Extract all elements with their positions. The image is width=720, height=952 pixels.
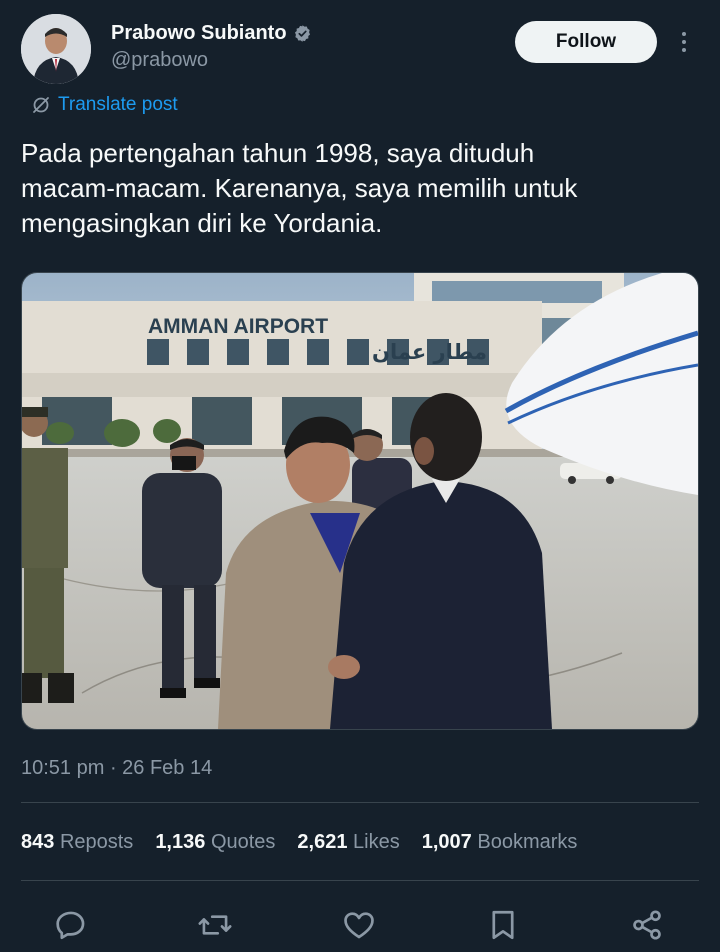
stat-count: 2,621	[297, 831, 348, 853]
post-text-line: macam-macam. Karenanya, saya memilih unt…	[21, 173, 578, 203]
stat-likes[interactable]: 2,621 Likes	[297, 831, 399, 854]
stat-label: Reposts	[59, 831, 134, 853]
share-icon[interactable]	[628, 906, 666, 944]
more-options-icon[interactable]	[672, 26, 696, 58]
stat-label: Bookmarks	[477, 831, 578, 853]
verified-badge-icon	[293, 24, 312, 43]
bookmark-icon[interactable]	[484, 906, 522, 944]
repost-icon[interactable]	[196, 906, 234, 944]
post-text-line: mengasingkan diri ke Yordania.	[21, 208, 383, 238]
stat-count: 843	[21, 831, 55, 853]
stat-label: Quotes	[210, 831, 276, 853]
stat-bookmarks[interactable]: 1,007 Bookmarks	[422, 831, 578, 854]
follow-button[interactable]: Follow	[515, 21, 657, 63]
divider	[21, 802, 699, 803]
avatar[interactable]	[21, 14, 91, 84]
stat-count: 1,136	[155, 831, 206, 853]
author-handle[interactable]: @prabowo	[111, 49, 208, 72]
stat-quotes[interactable]: 1,136 Quotes	[155, 831, 275, 854]
reply-icon[interactable]	[52, 906, 90, 944]
like-icon[interactable]	[340, 906, 378, 944]
handshake	[328, 655, 360, 679]
post-media-photo[interactable]: AMMAN AIRPORT مطار عمان	[21, 272, 699, 730]
post-text-line: Pada pertengahan tahun 1998, saya ditudu…	[21, 138, 535, 168]
stat-label: Likes	[353, 831, 400, 853]
stat-reposts[interactable]: 843 Reposts	[21, 831, 133, 854]
translate-post-link[interactable]: Translate post	[31, 94, 178, 116]
translate-post-label: Translate post	[58, 94, 178, 115]
divider	[21, 880, 699, 881]
author-display-name[interactable]: Prabowo Subianto	[111, 22, 287, 45]
stat-count: 1,007	[421, 831, 472, 853]
avatar-image	[21, 14, 91, 84]
engagement-stats: 843 Reposts 1,136 Quotes 2,621 Likes 1,0…	[21, 831, 599, 854]
author-name-row[interactable]: Prabowo Subianto	[111, 22, 312, 45]
post-timestamp[interactable]: 10:51 pm · 26 Feb 14	[21, 757, 212, 780]
post-text: Pada pertengahan tahun 1998, saya ditudu…	[21, 136, 681, 241]
tweet-detail: Prabowo Subianto @prabowo Follow Transla…	[0, 0, 720, 952]
airport-sign-latin: AMMAN AIRPORT	[148, 315, 328, 338]
airport-sign-arabic: مطار عمان	[372, 340, 487, 364]
translate-icon	[33, 97, 49, 113]
